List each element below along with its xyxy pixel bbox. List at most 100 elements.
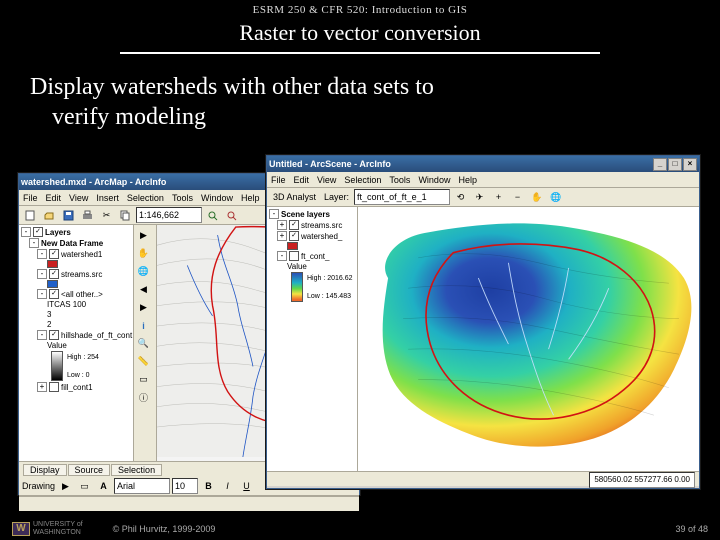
close-button[interactable]: ×: [683, 158, 697, 171]
zoom-prev-icon[interactable]: ◀: [135, 281, 152, 298]
checkbox[interactable]: [49, 269, 59, 279]
fill-swatch: [287, 242, 298, 250]
tab-source[interactable]: Source: [68, 464, 111, 476]
collapse-icon[interactable]: -: [277, 251, 287, 261]
pan-icon[interactable]: ✋: [135, 245, 152, 262]
fontsize-select[interactable]: 10: [172, 478, 198, 494]
open-icon[interactable]: [41, 207, 58, 224]
toc-item[interactable]: watershed1: [61, 250, 102, 259]
menu-item[interactable]: View: [69, 193, 88, 203]
checkbox[interactable]: [289, 231, 299, 241]
find-icon[interactable]: 🔍: [135, 335, 152, 352]
checkbox[interactable]: [33, 227, 43, 237]
tab-display[interactable]: Display: [23, 464, 67, 476]
navigate-icon[interactable]: ⟲: [452, 189, 469, 206]
menu-item[interactable]: Selection: [344, 175, 381, 185]
collapse-icon[interactable]: -: [37, 289, 47, 299]
zoom-in-icon[interactable]: [204, 207, 221, 224]
zoom-in-icon[interactable]: +: [490, 189, 507, 206]
page-number: 39 of 48: [675, 524, 708, 534]
zoom-next-icon[interactable]: ▶: [135, 299, 152, 316]
toc-item[interactable]: hillshade_of_ft_cont: [61, 331, 132, 340]
toc-value: 2: [47, 320, 51, 329]
print-icon[interactable]: [79, 207, 96, 224]
collapse-icon[interactable]: -: [37, 249, 47, 259]
menu-item[interactable]: Selection: [127, 193, 164, 203]
line-swatch: [47, 260, 58, 268]
copyright: © Phil Hurvitz, 1999-2009: [113, 524, 216, 534]
cut-icon[interactable]: ✂: [98, 207, 115, 224]
menu-item[interactable]: Tools: [172, 193, 193, 203]
toc-value: Value: [287, 262, 307, 271]
uw-wordmark: UNIVERSITY ofWASHINGTON: [33, 521, 83, 537]
menu-item[interactable]: View: [317, 175, 336, 185]
menu-item[interactable]: Window: [418, 175, 450, 185]
collapse-icon[interactable]: -: [269, 209, 279, 219]
menu-item[interactable]: Insert: [96, 193, 119, 203]
line-swatch: [47, 280, 58, 288]
checkbox[interactable]: [289, 220, 299, 230]
font-select[interactable]: Arial: [114, 478, 170, 494]
scale-input[interactable]: 1:146,662: [136, 207, 202, 223]
gradient-swatch: [51, 351, 63, 381]
info-icon[interactable]: ⓘ: [135, 389, 152, 406]
collapse-icon[interactable]: -: [29, 238, 39, 248]
menu-item[interactable]: Help: [241, 193, 260, 203]
new-icon[interactable]: [22, 207, 39, 224]
checkbox[interactable]: [49, 330, 59, 340]
collapse-icon[interactable]: -: [37, 330, 47, 340]
measure-icon[interactable]: 📏: [135, 353, 152, 370]
italic-icon[interactable]: I: [219, 478, 236, 495]
zoom-out-icon[interactable]: [223, 207, 240, 224]
toc-item[interactable]: streams.src: [61, 270, 102, 279]
layer-select[interactable]: ft_cont_of_ft_e_1: [354, 189, 450, 205]
arcscene-3d-view[interactable]: [358, 207, 699, 471]
expand-icon[interactable]: +: [277, 220, 287, 230]
toc-item[interactable]: watershed_: [301, 232, 342, 241]
rect-icon[interactable]: ▭: [76, 478, 93, 495]
checkbox[interactable]: [49, 249, 59, 259]
zoom-full-icon[interactable]: 🌐: [135, 263, 152, 280]
select-icon[interactable]: ▭: [135, 371, 152, 388]
pointer-icon[interactable]: ▶: [135, 227, 152, 244]
slide-body: Display watersheds with other data sets …: [0, 54, 720, 132]
collapse-icon[interactable]: -: [21, 227, 31, 237]
toc-item[interactable]: ft_cont_: [301, 252, 329, 261]
fly-icon[interactable]: ✈: [471, 189, 488, 206]
underline-icon[interactable]: U: [238, 478, 255, 495]
menu-item[interactable]: Edit: [46, 193, 62, 203]
menu-item[interactable]: File: [271, 175, 286, 185]
toc-value: Value: [47, 341, 67, 350]
toc-value: 3: [47, 310, 51, 319]
menu-item[interactable]: File: [23, 193, 38, 203]
menu-item[interactable]: Edit: [294, 175, 310, 185]
menu-item[interactable]: Help: [458, 175, 477, 185]
menu-item[interactable]: Tools: [389, 175, 410, 185]
checkbox[interactable]: [289, 251, 299, 261]
body-line2: verify modeling: [30, 102, 690, 132]
tab-selection[interactable]: Selection: [111, 464, 162, 476]
copy-icon[interactable]: [117, 207, 134, 224]
collapse-icon[interactable]: -: [37, 269, 47, 279]
full-extent-icon[interactable]: 🌐: [547, 189, 564, 206]
save-icon[interactable]: [60, 207, 77, 224]
maximize-button[interactable]: □: [668, 158, 682, 171]
toc-item[interactable]: <all other..>: [61, 290, 103, 299]
expand-icon[interactable]: +: [277, 231, 287, 241]
pointer-icon[interactable]: ▶: [57, 478, 74, 495]
zoom-out-icon[interactable]: −: [509, 189, 526, 206]
minimize-button[interactable]: _: [653, 158, 667, 171]
toc-item[interactable]: streams.src: [301, 221, 342, 230]
checkbox[interactable]: [49, 382, 59, 392]
screenshot-group: watershed.mxd - ArcMap - ArcInfo _ □ × F…: [18, 155, 702, 505]
pan-icon[interactable]: ✋: [528, 189, 545, 206]
checkbox[interactable]: [49, 289, 59, 299]
bold-icon[interactable]: B: [200, 478, 217, 495]
slide-footer: W UNIVERSITY ofWASHINGTON © Phil Hurvitz…: [0, 518, 720, 540]
identify-icon[interactable]: i: [135, 317, 152, 334]
toc-item[interactable]: fill_cont1: [61, 383, 93, 392]
analyst-label[interactable]: 3D Analyst: [270, 192, 319, 202]
expand-icon[interactable]: +: [37, 382, 47, 392]
text-icon[interactable]: A: [95, 478, 112, 495]
menu-item[interactable]: Window: [201, 193, 233, 203]
